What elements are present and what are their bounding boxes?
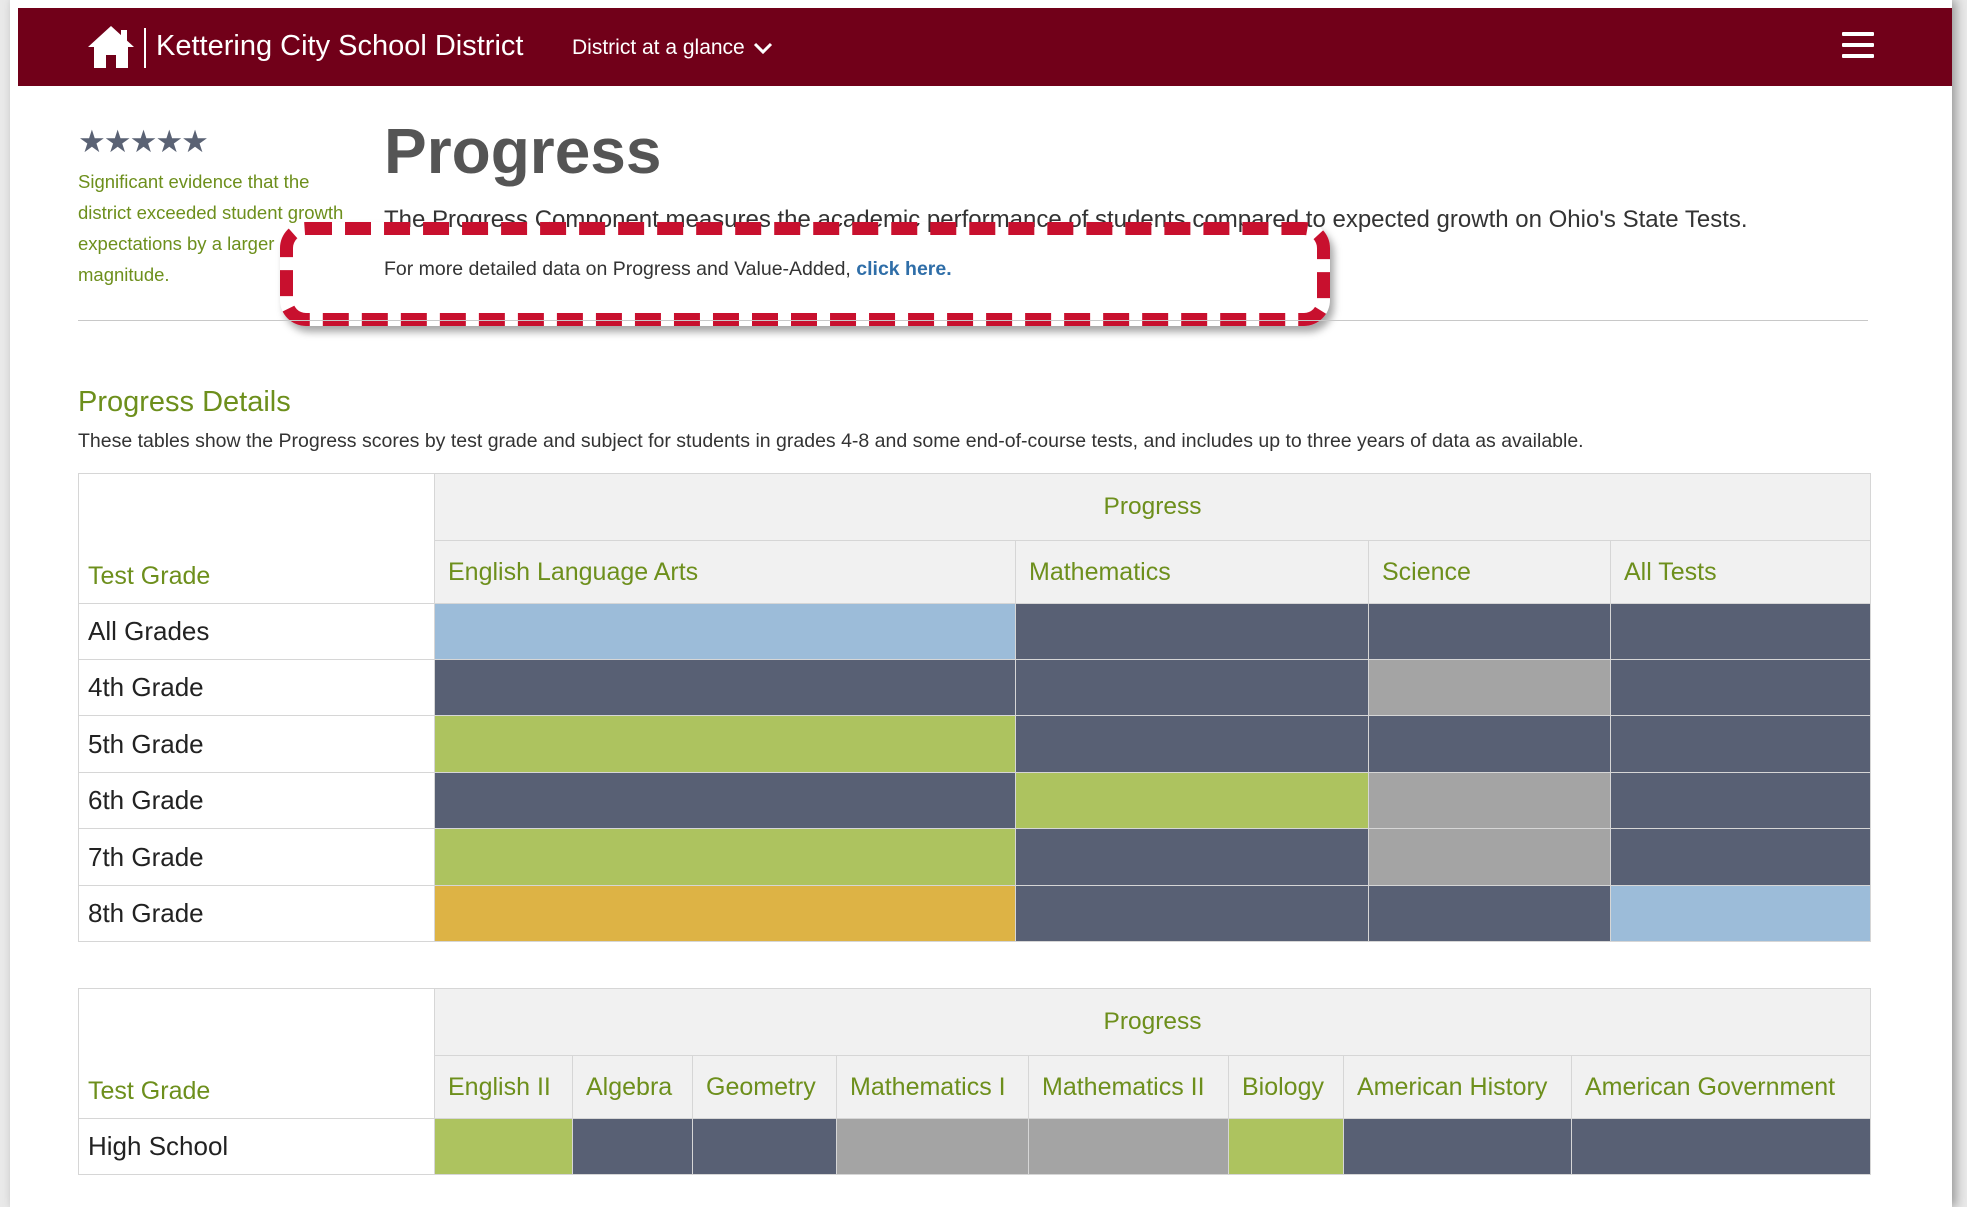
- divider: [78, 320, 1868, 321]
- progress-details-title: Progress Details: [78, 386, 291, 418]
- row-label: High School: [78, 1118, 435, 1175]
- rating-cell: [434, 772, 1016, 829]
- page-title: Progress: [384, 115, 662, 187]
- rating-cell: [1609, 603, 1872, 660]
- rating-cell: [1609, 715, 1872, 773]
- rating-cell: [1368, 715, 1611, 773]
- progress-group-header: Progress: [433, 473, 1872, 541]
- progress-group-header: Progress: [433, 988, 1872, 1056]
- column-header-english-ii: English II: [434, 1055, 573, 1119]
- column-header-american-government: American Government: [1570, 1055, 1872, 1119]
- page-frame: Kettering City School District District …: [10, 0, 1952, 1207]
- rating-cell: [1368, 828, 1611, 886]
- rating-cell: [1015, 603, 1369, 660]
- progress-details-description: These tables show the Progress scores by…: [78, 430, 1584, 452]
- column-header-american-history: American History: [1343, 1055, 1572, 1119]
- rating-cell: [836, 1118, 1029, 1175]
- rating-cell: [1368, 603, 1611, 660]
- rating-cell: [1015, 715, 1369, 773]
- district-at-a-glance-dropdown[interactable]: District at a glance: [572, 36, 773, 60]
- rating-cell: [1570, 1118, 1872, 1175]
- test-grade-header: Test Grade: [78, 988, 435, 1119]
- row-label: All Grades: [78, 603, 435, 660]
- table-row: All Grades: [78, 603, 1872, 660]
- rating-cell: [1368, 885, 1611, 942]
- rating-cell: [434, 1118, 573, 1175]
- star-rating: ★★★★★: [78, 124, 209, 159]
- column-header-algebra: Algebra: [572, 1055, 693, 1119]
- dropdown-label: District at a glance: [572, 36, 745, 59]
- navbar: Kettering City School District District …: [18, 8, 1952, 86]
- column-header-geometry: Geometry: [692, 1055, 837, 1119]
- column-header-all-tests: All Tests: [1609, 540, 1872, 604]
- row-label: 6th Grade: [78, 772, 435, 829]
- rating-cell: [1228, 1118, 1344, 1175]
- column-header-biology: Biology: [1228, 1055, 1344, 1119]
- rating-cell: [434, 828, 1016, 886]
- rating-cell: [1015, 659, 1369, 716]
- table-row: 8th Grade: [78, 885, 1872, 942]
- rating-cell: [434, 659, 1016, 716]
- progress-table-high-school: Test Grade Progress English II Algebra G…: [78, 988, 1872, 1175]
- row-label: 7th Grade: [78, 828, 435, 886]
- table-row: 6th Grade: [78, 772, 1872, 829]
- test-grade-header: Test Grade: [78, 473, 435, 604]
- row-label: 4th Grade: [78, 659, 435, 716]
- column-header-mathematics: Mathematics: [1015, 540, 1369, 604]
- highlight-callout: [280, 222, 1330, 326]
- rating-cell: [434, 603, 1016, 660]
- table-row: 7th Grade: [78, 828, 1872, 886]
- rating-cell: [1343, 1118, 1572, 1175]
- rating-cell: [1609, 659, 1872, 716]
- rating-cell: [1015, 772, 1369, 829]
- test-grade-label: Test Grade: [88, 562, 211, 590]
- brand-separator: [144, 28, 146, 68]
- rating-cell: [1368, 772, 1611, 829]
- column-header-science: Science: [1368, 540, 1611, 604]
- progress-table-grades: Test Grade Progress English Language Art…: [78, 473, 1872, 942]
- rating-cell: [1028, 1118, 1229, 1175]
- rating-cell: [692, 1118, 837, 1175]
- table-row: High School: [78, 1118, 1872, 1175]
- rating-cell: [1015, 828, 1369, 886]
- menu-icon[interactable]: [1842, 32, 1874, 60]
- chevron-down-icon: [753, 42, 772, 55]
- rating-cell: [1609, 885, 1872, 942]
- column-header-mathematics-i: Mathematics I: [836, 1055, 1029, 1119]
- row-label: 8th Grade: [78, 885, 435, 942]
- district-brand-link[interactable]: Kettering City School District: [156, 30, 523, 63]
- table-row: 5th Grade: [78, 715, 1872, 773]
- test-grade-label: Test Grade: [88, 1077, 211, 1105]
- rating-cell: [1015, 885, 1369, 942]
- home-icon[interactable]: [86, 24, 136, 70]
- rating-cell: [434, 715, 1016, 773]
- column-header-ela: English Language Arts: [434, 540, 1016, 604]
- rating-cell: [1609, 828, 1872, 886]
- table-row: 4th Grade: [78, 659, 1872, 716]
- column-header-mathematics-ii: Mathematics II: [1028, 1055, 1229, 1119]
- rating-cell: [572, 1118, 693, 1175]
- rating-cell: [1609, 772, 1872, 829]
- rating-cell: [1368, 659, 1611, 716]
- row-label: 5th Grade: [78, 715, 435, 773]
- rating-cell: [434, 885, 1016, 942]
